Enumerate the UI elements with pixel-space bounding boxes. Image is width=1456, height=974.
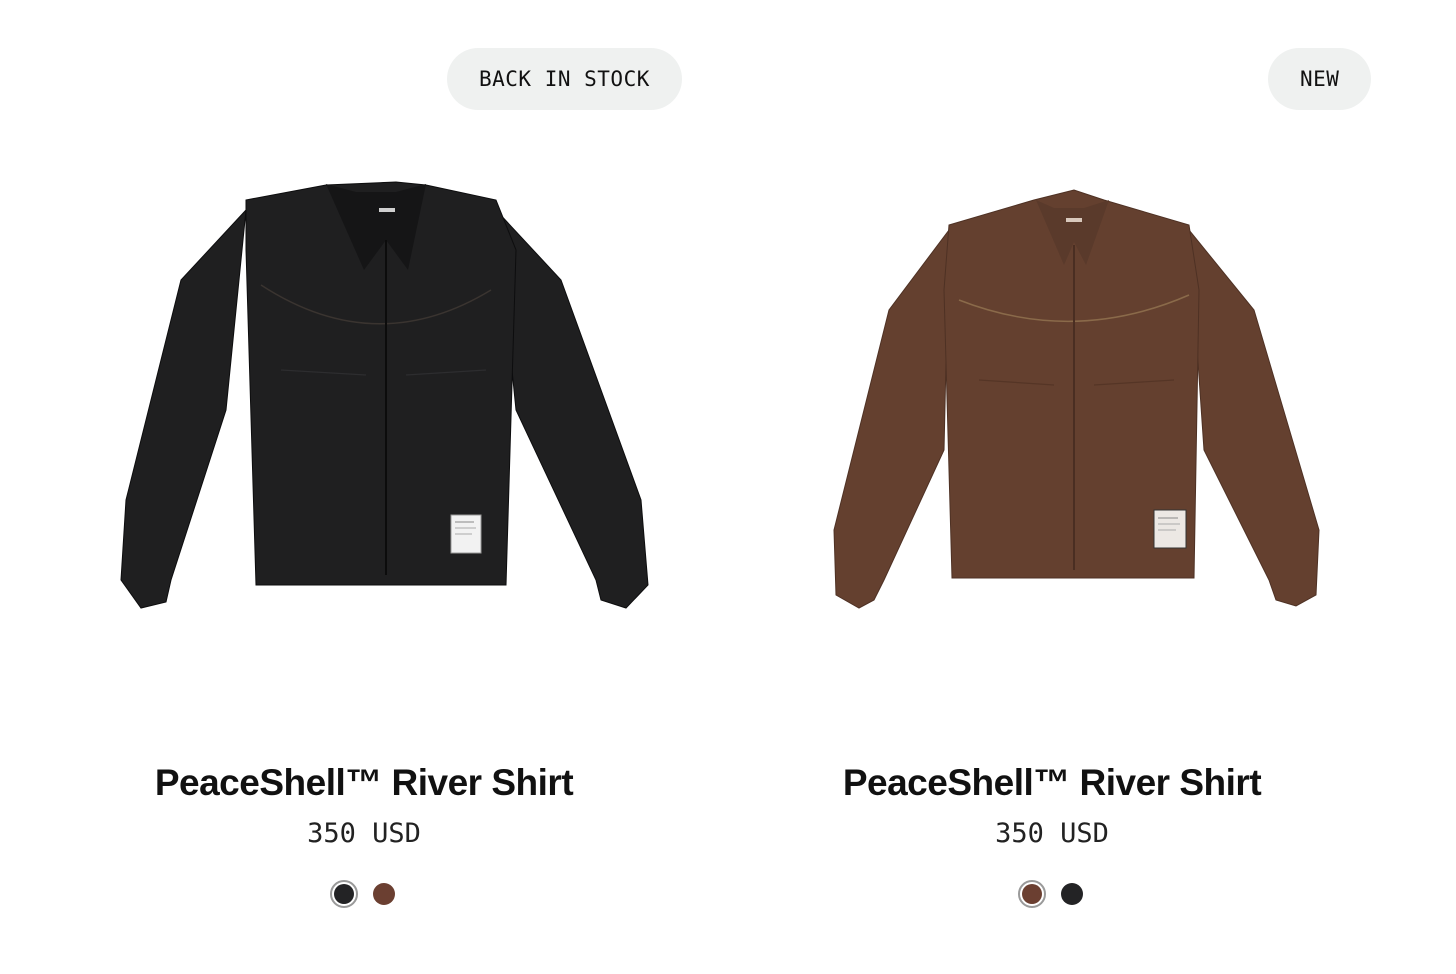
swatch-black-dot xyxy=(1061,883,1083,905)
swatch-black[interactable] xyxy=(1058,880,1086,908)
swatch-brown-dot xyxy=(373,883,395,905)
color-swatches xyxy=(0,880,728,908)
product-card[interactable]: NEW PeaceShell™ River Shirt 350 USD xyxy=(704,0,1432,974)
product-price: 350 USD xyxy=(307,818,421,849)
swatch-black-dot xyxy=(334,884,354,904)
back-in-stock-badge: BACK IN STOCK xyxy=(447,48,682,110)
product-card[interactable]: BACK IN STOCK PeaceShell™ River Shirt 35… xyxy=(16,0,744,974)
brown-shirt-image[interactable] xyxy=(784,170,1364,630)
product-title[interactable]: PeaceShell™ River Shirt xyxy=(688,762,1416,804)
swatch-black[interactable] xyxy=(330,880,358,908)
product-title[interactable]: PeaceShell™ River Shirt xyxy=(0,762,728,804)
swatch-brown[interactable] xyxy=(370,880,398,908)
swatch-brown-dot xyxy=(1022,884,1042,904)
swatch-brown[interactable] xyxy=(1018,880,1046,908)
black-shirt-image[interactable] xyxy=(96,170,676,630)
color-swatches xyxy=(688,880,1416,908)
product-price: 350 USD xyxy=(995,818,1109,849)
new-badge: NEW xyxy=(1268,48,1372,110)
